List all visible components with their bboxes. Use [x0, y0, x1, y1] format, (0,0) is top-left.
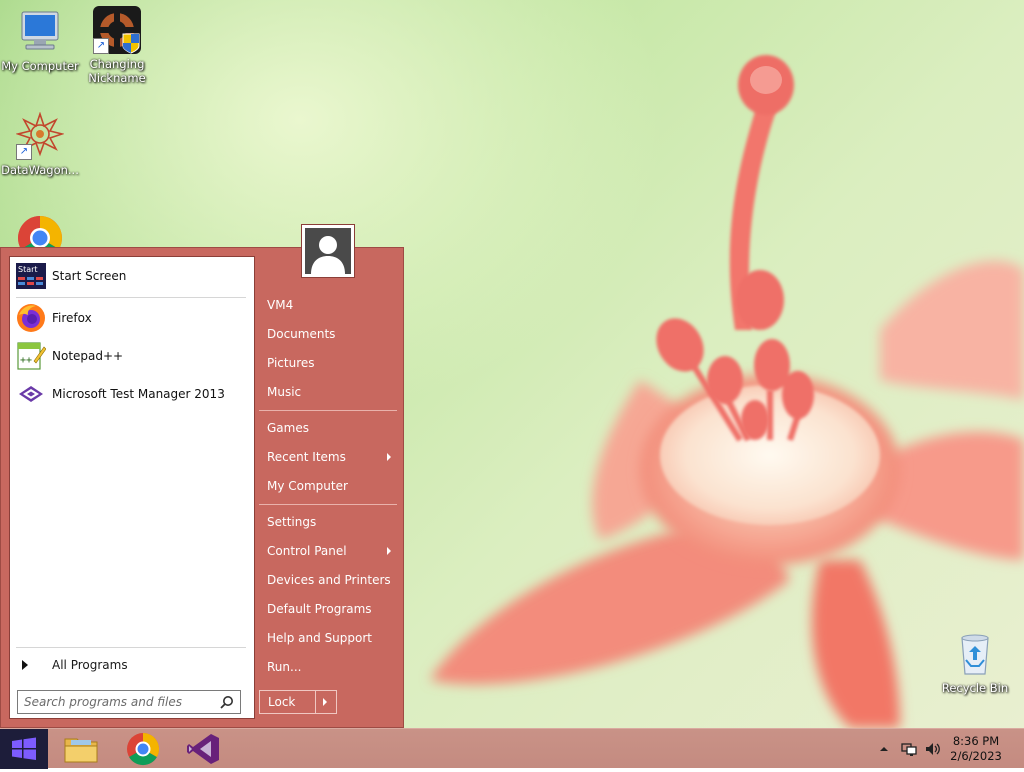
desktop-icon-label: DataWagon...: [1, 163, 79, 177]
svg-text:Start: Start: [18, 265, 38, 274]
lock-options-button[interactable]: [316, 691, 336, 713]
chrome-icon: [127, 732, 160, 766]
start-menu-programs-pane: Start Start Screen Firefox ++ Notepad++ …: [9, 256, 255, 719]
right-item-documents[interactable]: Documents: [259, 321, 397, 347]
user-account-tile[interactable]: [301, 224, 355, 278]
search-input[interactable]: [22, 691, 216, 713]
right-item-my-computer[interactable]: My Computer: [259, 473, 397, 499]
right-item-music[interactable]: Music: [259, 379, 397, 405]
desktop-icon-my-computer[interactable]: My Computer: [0, 8, 80, 73]
recycle-bin-icon: [951, 630, 999, 678]
test-manager-icon: [16, 379, 46, 409]
svg-text:++: ++: [20, 355, 32, 366]
visual-studio-icon: [187, 734, 219, 764]
submenu-arrow-icon: [387, 453, 391, 461]
desktop-icon-changing-nickname[interactable]: ↗ Changing Nickname: [77, 6, 157, 85]
program-label: Start Screen: [52, 269, 127, 283]
right-item-help-and-support[interactable]: Help and Support: [259, 625, 397, 651]
taskbar-chrome[interactable]: [119, 729, 167, 769]
right-item-vm4[interactable]: VM4: [259, 292, 397, 318]
right-item-default-programs[interactable]: Default Programs: [259, 596, 397, 622]
search-box: [17, 690, 241, 714]
chevron-right-icon: [323, 698, 327, 706]
program-start-screen[interactable]: Start Start Screen: [16, 259, 248, 293]
tf2-shortcut-icon: ↗: [93, 6, 141, 54]
search-icon[interactable]: [220, 695, 234, 709]
shutdown-group: Lock: [259, 690, 337, 714]
expand-arrow-icon: [22, 660, 28, 670]
right-item-pictures[interactable]: Pictures: [259, 350, 397, 376]
show-hidden-icons-icon[interactable]: [878, 743, 890, 755]
clock-time: 8:36 PM: [952, 734, 1000, 748]
shortcut-arrow-icon: ↗: [16, 144, 32, 160]
submenu-arrow-icon: [387, 547, 391, 555]
system-tray: 8:36 PM 2/6/2023: [864, 729, 1024, 769]
desktop-icon-label: Recycle Bin: [941, 681, 1009, 695]
windows-logo-icon: [12, 737, 36, 760]
program-label: Microsoft Test Manager 2013: [52, 387, 225, 401]
volume-icon[interactable]: [924, 741, 942, 757]
taskbar-clock[interactable]: 8:36 PM 2/6/2023: [946, 734, 1006, 764]
shortcut-arrow-icon: ↗: [93, 38, 109, 54]
start-menu: Start Start Screen Firefox ++ Notepad++ …: [0, 224, 404, 728]
right-item-settings[interactable]: Settings: [259, 509, 397, 535]
datawagon-icon: ↗: [15, 111, 65, 160]
start-screen-icon: Start: [16, 261, 46, 291]
desktop-icon-datawagon[interactable]: ↗ DataWagon...: [0, 111, 80, 177]
pinned-separator: [16, 297, 246, 298]
right-item-recent-items[interactable]: Recent Items: [259, 444, 397, 470]
clock-date: 2/6/2023: [950, 749, 1002, 763]
desktop-icon-recycle-bin[interactable]: Recycle Bin: [935, 630, 1015, 695]
right-item-devices-and-printers[interactable]: Devices and Printers: [259, 567, 397, 593]
all-programs-button[interactable]: All Programs: [16, 653, 248, 677]
all-programs-separator: [16, 647, 246, 648]
program-label: Notepad++: [52, 349, 124, 363]
lock-button[interactable]: Lock: [260, 691, 316, 713]
desktop-icon-label: Changing Nickname: [88, 57, 146, 85]
program-test-manager[interactable]: Microsoft Test Manager 2013: [16, 377, 248, 411]
taskbar-file-explorer[interactable]: [57, 729, 105, 769]
right-item-run[interactable]: Run...: [259, 654, 397, 680]
program-notepadpp[interactable]: ++ Notepad++: [16, 339, 248, 373]
firefox-icon: [16, 303, 46, 333]
right-item-control-panel[interactable]: Control Panel: [259, 538, 397, 564]
network-icon[interactable]: [900, 741, 918, 757]
right-separator: [259, 410, 397, 411]
right-item-games[interactable]: Games: [259, 415, 397, 441]
all-programs-label: All Programs: [52, 658, 128, 672]
desktop-icon-label: My Computer: [1, 59, 79, 73]
right-separator: [259, 504, 397, 505]
program-label: Firefox: [52, 311, 92, 325]
start-button[interactable]: [0, 729, 48, 769]
computer-icon: [16, 8, 64, 56]
user-avatar-icon: [305, 228, 351, 274]
folder-icon: [64, 738, 98, 763]
taskbar-visual-studio[interactable]: [181, 729, 229, 769]
notepadpp-icon: ++: [16, 341, 47, 371]
program-firefox[interactable]: Firefox: [16, 301, 248, 335]
taskbar: 8:36 PM 2/6/2023: [0, 728, 1024, 769]
